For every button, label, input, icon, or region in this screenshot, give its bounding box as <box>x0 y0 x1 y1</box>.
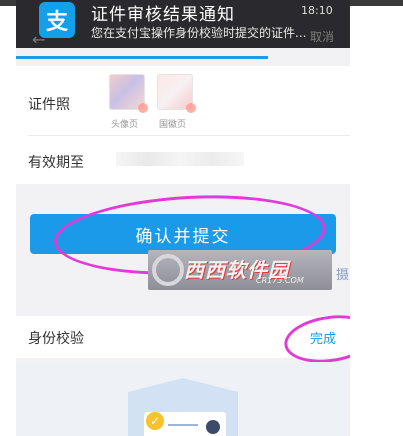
notification-title: 证件审核结果通知 <box>91 5 235 25</box>
document-card: 证件照 头像页 国徽页 有效期至 <box>16 66 350 184</box>
thumb-badge-icon <box>186 103 196 113</box>
back-arrow-icon[interactable]: ← <box>32 30 45 49</box>
id-front-thumbnail[interactable] <box>109 74 148 113</box>
submit-area: 确认并提交 西西软件园 CR173.COM 摄 <box>16 184 350 298</box>
card-line <box>168 424 198 426</box>
id-back-thumbnail[interactable] <box>157 74 196 113</box>
phone-screen: 支 证件审核结果通知 18:10 您在支付宝操作身份校验时提交的证件... ← … <box>16 0 350 436</box>
validity-label: 有效期至 <box>28 155 84 171</box>
thumb-caption-front: 头像页 <box>111 120 139 130</box>
cancel-link[interactable]: 取消 <box>310 28 334 45</box>
notification-banner[interactable]: 支 证件审核结果通知 18:10 您在支付宝操作身份校验时提交的证件... ← … <box>16 0 350 49</box>
check-badge-icon: ✓ <box>146 412 164 430</box>
thumb-badge-icon <box>138 103 148 113</box>
thumb-caption-back: 国徽页 <box>159 120 187 130</box>
watermark-swirl-icon <box>152 254 184 286</box>
identity-check-label: 身份校验 <box>28 331 84 347</box>
notification-body: 您在支付宝操作身份校验时提交的证件... <box>91 26 307 40</box>
person-avatar-icon <box>206 420 220 434</box>
row-divider <box>28 135 350 136</box>
watermark-logo: 西西软件园 CR173.COM <box>148 250 332 290</box>
watermark-trailing-text: 摄 <box>336 268 350 283</box>
blurred-date-value <box>116 152 244 166</box>
photo-label: 证件照 <box>28 97 70 113</box>
watermark-sub-text: CR173.COM <box>256 276 304 285</box>
notification-time: 18:10 <box>301 4 333 17</box>
progress-accent-bar <box>16 56 268 59</box>
